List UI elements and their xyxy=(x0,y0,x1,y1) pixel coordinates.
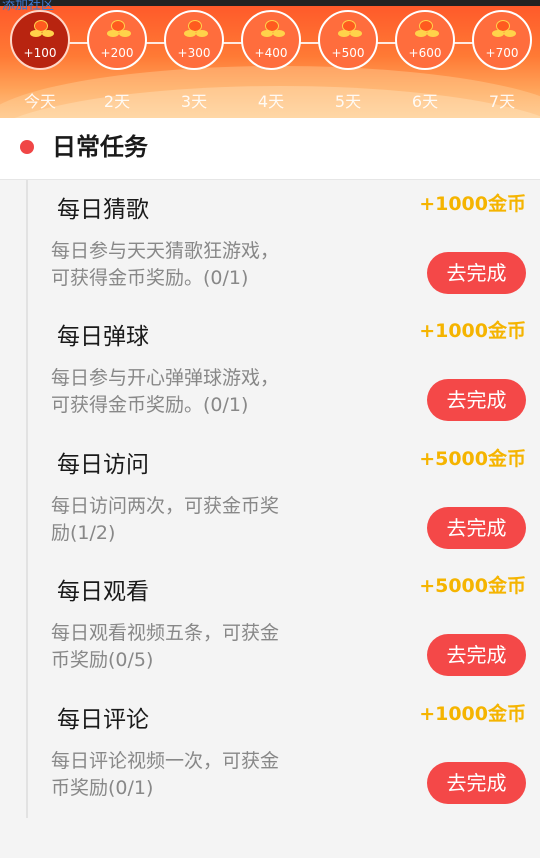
checkin-amount: +300 xyxy=(177,46,211,60)
checkin-day-4[interactable]: +400 4天 xyxy=(240,10,302,116)
task-name: 每日观看 xyxy=(57,579,149,605)
checkin-day-1[interactable]: +100 今天 xyxy=(9,10,71,116)
checkin-amount: +700 xyxy=(485,46,519,60)
task-item: 每日猜歌 +1000金币 每日参与天天猜歌狂游戏， 可获得金币奖励。(0/1) … xyxy=(0,180,540,308)
checkin-day-label: 今天 xyxy=(23,92,56,111)
checkin-day-2[interactable]: +200 2天 xyxy=(86,10,148,116)
complete-task-button[interactable]: 去完成 xyxy=(427,379,526,421)
section-title: 日常任务 xyxy=(52,133,148,161)
task-name: 每日弹球 xyxy=(57,324,149,350)
checkin-circle: +500 xyxy=(318,10,378,70)
task-name: 每日评论 xyxy=(57,707,149,733)
checkin-amount: +500 xyxy=(331,46,365,60)
checkin-day-6[interactable]: +600 6天 xyxy=(394,10,456,116)
checkin-circle: +600 xyxy=(395,10,455,70)
complete-task-button[interactable]: 去完成 xyxy=(427,507,526,549)
task-description: 每日参与天天猜歌狂游戏， 可获得金币奖励。(0/1) xyxy=(51,240,280,289)
task-item: 每日弹球 +1000金币 每日参与开心弹弹球游戏， 可获得金币奖励。(0/1) … xyxy=(0,307,540,435)
checkin-circle: +300 xyxy=(164,10,224,70)
task-item: 每日观看 +5000金币 每日观看视频五条，可获金 币奖励(0/5) 去完成 xyxy=(0,562,540,690)
checkin-circle: +100 xyxy=(10,10,70,70)
checkin-day-label: 3天 xyxy=(180,92,208,111)
checkin-amount: +100 xyxy=(23,46,57,60)
checkin-circle: +200 xyxy=(87,10,147,70)
checkin-circle: +400 xyxy=(241,10,301,70)
complete-task-button[interactable]: 去完成 xyxy=(427,634,526,676)
task-item: 每日访问 +5000金币 每日访问两次，可获金币奖 励(1/2) 去完成 xyxy=(0,435,540,563)
task-reward: +5000金币 xyxy=(419,448,526,470)
checkin-day-7[interactable]: +700 7天 xyxy=(471,10,533,116)
task-name: 每日猜歌 xyxy=(57,197,149,223)
checkin-amount: +200 xyxy=(100,46,134,60)
coin-bag-icon xyxy=(492,20,516,38)
checkin-day-5[interactable]: +500 5天 xyxy=(317,10,379,116)
task-description: 每日参与开心弹弹球游戏， 可获得金币奖励。(0/1) xyxy=(51,367,280,416)
coin-bag-icon xyxy=(338,20,362,38)
checkin-amount: +600 xyxy=(408,46,442,60)
coin-bag-icon xyxy=(184,20,208,38)
task-name: 每日访问 xyxy=(57,452,149,478)
task-description: 每日评论视频一次，可获金 币奖励(0/1) xyxy=(51,750,280,799)
complete-task-button[interactable]: 去完成 xyxy=(427,762,526,804)
coin-bag-icon xyxy=(261,20,285,38)
task-description: 每日访问两次，可获金币奖 励(1/2) xyxy=(51,495,280,544)
checkin-day-3[interactable]: +300 3天 xyxy=(163,10,225,116)
task-reward: +1000金币 xyxy=(419,193,526,215)
task-item: 每日评论 +1000金币 每日评论视频一次，可获金 币奖励(0/1) 去完成 xyxy=(0,690,540,818)
coin-bag-icon xyxy=(107,20,131,38)
checkin-header: +100 今天 +200 2天 +300 3天 +400 4天 +500 5天 xyxy=(0,6,540,118)
complete-task-button[interactable]: 去完成 xyxy=(427,252,526,294)
checkin-day-label: 7天 xyxy=(488,92,516,111)
task-reward: +1000金币 xyxy=(419,320,526,342)
daily-tasks-header: 日常任务 xyxy=(0,118,540,180)
community-link[interactable]: 添加社区 xyxy=(2,0,54,14)
checkin-day-label: 6天 xyxy=(411,92,439,111)
task-description: 每日观看视频五条，可获金 币奖励(0/5) xyxy=(51,622,280,671)
coin-bag-icon xyxy=(30,20,54,38)
coin-bag-icon xyxy=(415,20,439,38)
checkin-circle: +700 xyxy=(472,10,532,70)
task-reward: +5000金币 xyxy=(419,575,526,597)
task-reward: +1000金币 xyxy=(419,703,526,725)
section-dot-icon xyxy=(20,140,34,154)
checkin-amount: +400 xyxy=(254,46,288,60)
checkin-day-label: 5天 xyxy=(334,92,362,111)
checkin-day-label: 4天 xyxy=(257,92,285,111)
checkin-day-label: 2天 xyxy=(103,92,131,111)
